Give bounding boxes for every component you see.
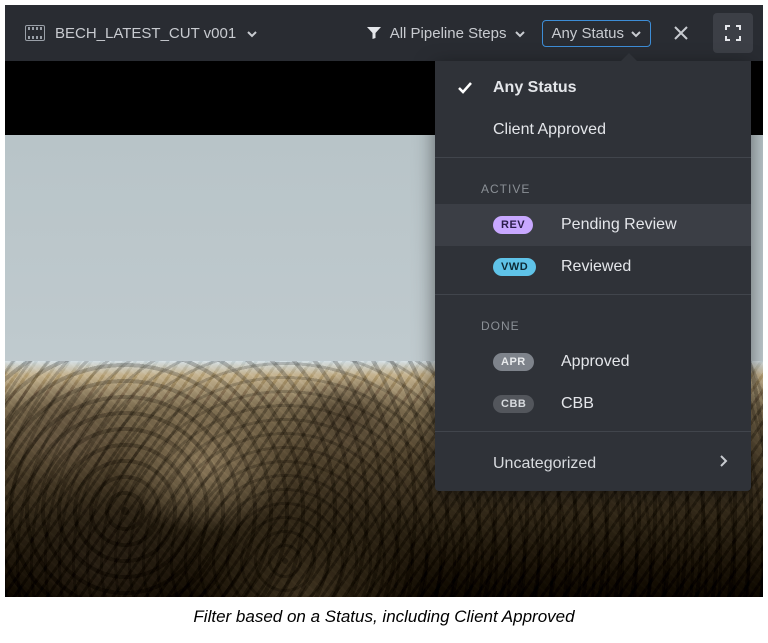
shot-selector[interactable]: BECH_LATEST_CUT v001: [15, 19, 268, 48]
pipeline-filter-label: All Pipeline Steps: [390, 25, 507, 42]
chevron-down-icon: [246, 27, 258, 39]
status-option-label: Uncategorized: [493, 455, 596, 473]
status-option-label: Client Approved: [493, 121, 606, 139]
status-option-label: Any Status: [493, 79, 577, 97]
status-option-any[interactable]: Any Status: [435, 67, 751, 109]
status-option-label: Reviewed: [561, 258, 631, 276]
shot-name-label: BECH_LATEST_CUT v001: [55, 25, 236, 42]
section-header-active: ACTIVE: [435, 164, 751, 204]
divider: [435, 431, 751, 432]
status-option-pending-review[interactable]: REV Pending Review: [435, 204, 751, 246]
status-pill-rev: REV: [493, 216, 533, 234]
status-option-label: CBB: [561, 395, 594, 413]
status-pill-cbb: CBB: [493, 395, 534, 413]
film-icon: [25, 25, 45, 41]
toolbar: BECH_LATEST_CUT v001 All Pipeline Steps …: [5, 5, 763, 61]
check-icon: [455, 80, 475, 96]
status-dropdown: Any Status Client Approved ACTIVE REV Pe…: [435, 61, 751, 491]
status-option-reviewed[interactable]: VWD Reviewed: [435, 246, 751, 288]
status-option-approved[interactable]: APR Approved: [435, 341, 751, 383]
funnel-icon: [366, 25, 382, 41]
status-pill-apr: APR: [493, 353, 534, 371]
status-option-cbb[interactable]: CBB CBB: [435, 383, 751, 425]
chevron-right-icon: [719, 454, 729, 473]
section-header-done: DONE: [435, 301, 751, 341]
status-option-label: Pending Review: [561, 216, 677, 234]
status-option-client-approved[interactable]: Client Approved: [435, 109, 751, 151]
pipeline-steps-filter[interactable]: All Pipeline Steps: [358, 19, 535, 48]
chevron-down-icon: [514, 27, 526, 39]
status-filter-label: Any Status: [551, 25, 624, 42]
close-button[interactable]: [663, 15, 699, 51]
fullscreen-button[interactable]: [713, 13, 753, 53]
figure-caption: Filter based on a Status, including Clie…: [0, 597, 768, 627]
status-pill-vwd: VWD: [493, 258, 536, 276]
divider: [435, 294, 751, 295]
status-option-uncategorized[interactable]: Uncategorized: [435, 438, 751, 489]
chevron-down-icon: [630, 27, 642, 39]
app-frame: BECH_LATEST_CUT v001 All Pipeline Steps …: [5, 5, 763, 597]
divider: [435, 157, 751, 158]
status-option-label: Approved: [561, 353, 630, 371]
status-filter[interactable]: Any Status: [542, 20, 651, 47]
